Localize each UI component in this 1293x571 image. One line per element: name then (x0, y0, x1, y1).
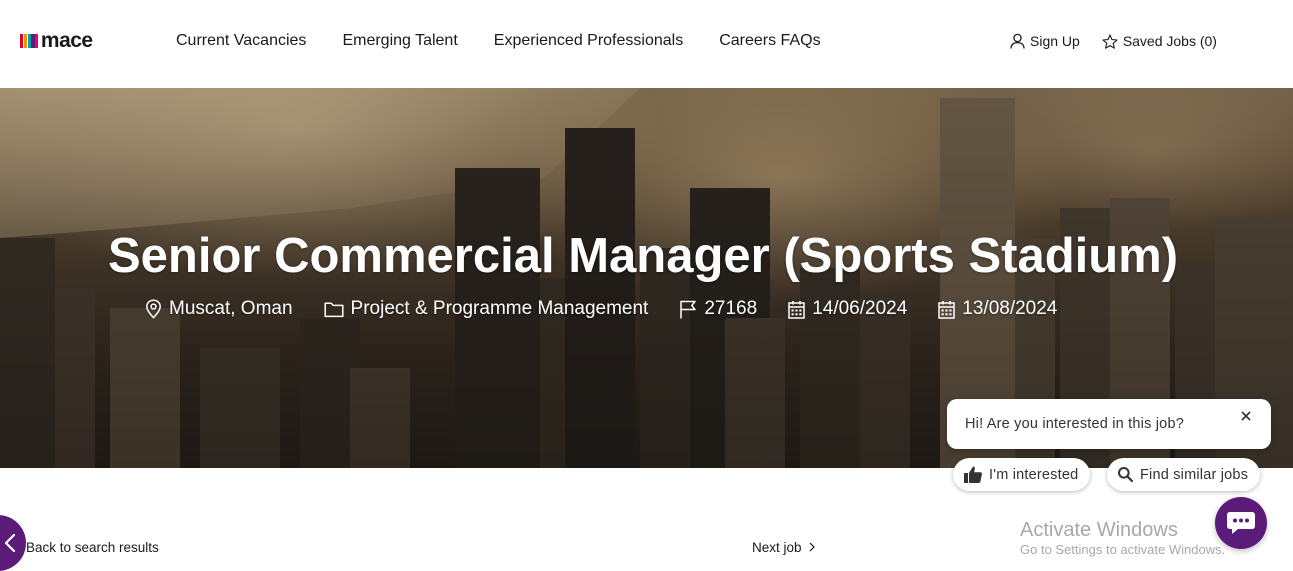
chevron-right-icon (809, 542, 816, 552)
thumbs-up-icon (964, 466, 982, 483)
chatbot-prompt-text: Hi! Are you interested in this job? (965, 416, 1184, 432)
sign-up-link[interactable]: Sign Up (1010, 33, 1080, 49)
map-pin-icon (146, 299, 161, 319)
sign-up-label: Sign Up (1030, 33, 1080, 49)
logo-stripes-icon (20, 34, 39, 48)
nav-careers-faqs[interactable]: Careers FAQs (719, 31, 820, 51)
back-arrow-button[interactable] (0, 515, 26, 571)
job-posted-date-label: 14/06/2024 (812, 298, 908, 319)
search-icon (1118, 467, 1134, 483)
account-links: Sign Up Saved Jobs (0) (1010, 33, 1217, 49)
job-location: Muscat, Oman (145, 298, 293, 320)
nav-emerging-talent[interactable]: Emerging Talent (342, 31, 457, 51)
saved-jobs-label: Saved Jobs (0) (1122, 33, 1217, 49)
job-posted-date: 14/06/2024 (788, 298, 907, 320)
nav-current-vacancies[interactable]: Current Vacancies (176, 31, 306, 51)
calendar-icon (938, 300, 956, 319)
folder-icon (323, 301, 344, 317)
job-meta: Muscat, Oman Project & Programme Managem… (145, 298, 1088, 320)
job-reference: 27168 (679, 298, 757, 320)
main-nav: Current Vacancies Emerging Talent Experi… (176, 31, 857, 51)
next-job-label: Next job (752, 540, 802, 555)
job-title: Senior Commercial Manager (Sports Stadiu… (108, 229, 1179, 283)
nav-experienced-professionals[interactable]: Experienced Professionals (494, 31, 683, 51)
site-header: mace Current Vacancies Emerging Talent E… (0, 0, 1293, 88)
logo-wordmark: mace (40, 29, 93, 52)
chevron-left-icon (4, 533, 16, 553)
next-job-link[interactable]: Next job (752, 540, 816, 555)
back-to-search-results-link[interactable]: Back to search results (26, 540, 159, 555)
close-icon[interactable] (1239, 409, 1253, 423)
flag-icon (680, 300, 697, 318)
mace-logo[interactable]: mace (20, 29, 93, 52)
saved-jobs-link[interactable]: Saved Jobs (0) (1102, 33, 1217, 49)
im-interested-button[interactable]: I'm interested (953, 458, 1091, 491)
find-similar-jobs-label: Find similar jobs (1140, 466, 1249, 483)
activate-windows-title: Activate Windows (1020, 519, 1178, 541)
job-reference-label: 27168 (704, 298, 758, 319)
job-category-label: Project & Programme Management (350, 298, 649, 319)
calendar-icon (788, 300, 805, 319)
im-interested-label: I'm interested (989, 466, 1079, 483)
star-icon (1102, 33, 1118, 49)
job-location-label: Muscat, Oman (169, 298, 293, 319)
user-icon (1010, 33, 1025, 49)
job-closing-date-label: 13/08/2024 (962, 298, 1058, 319)
chatbot-prompt-bubble: Hi! Are you interested in this job? (947, 399, 1271, 449)
job-closing-date: 13/08/2024 (938, 298, 1057, 320)
chat-icon (1227, 512, 1255, 534)
job-category: Project & Programme Management (323, 298, 649, 320)
find-similar-jobs-button[interactable]: Find similar jobs (1107, 458, 1261, 491)
